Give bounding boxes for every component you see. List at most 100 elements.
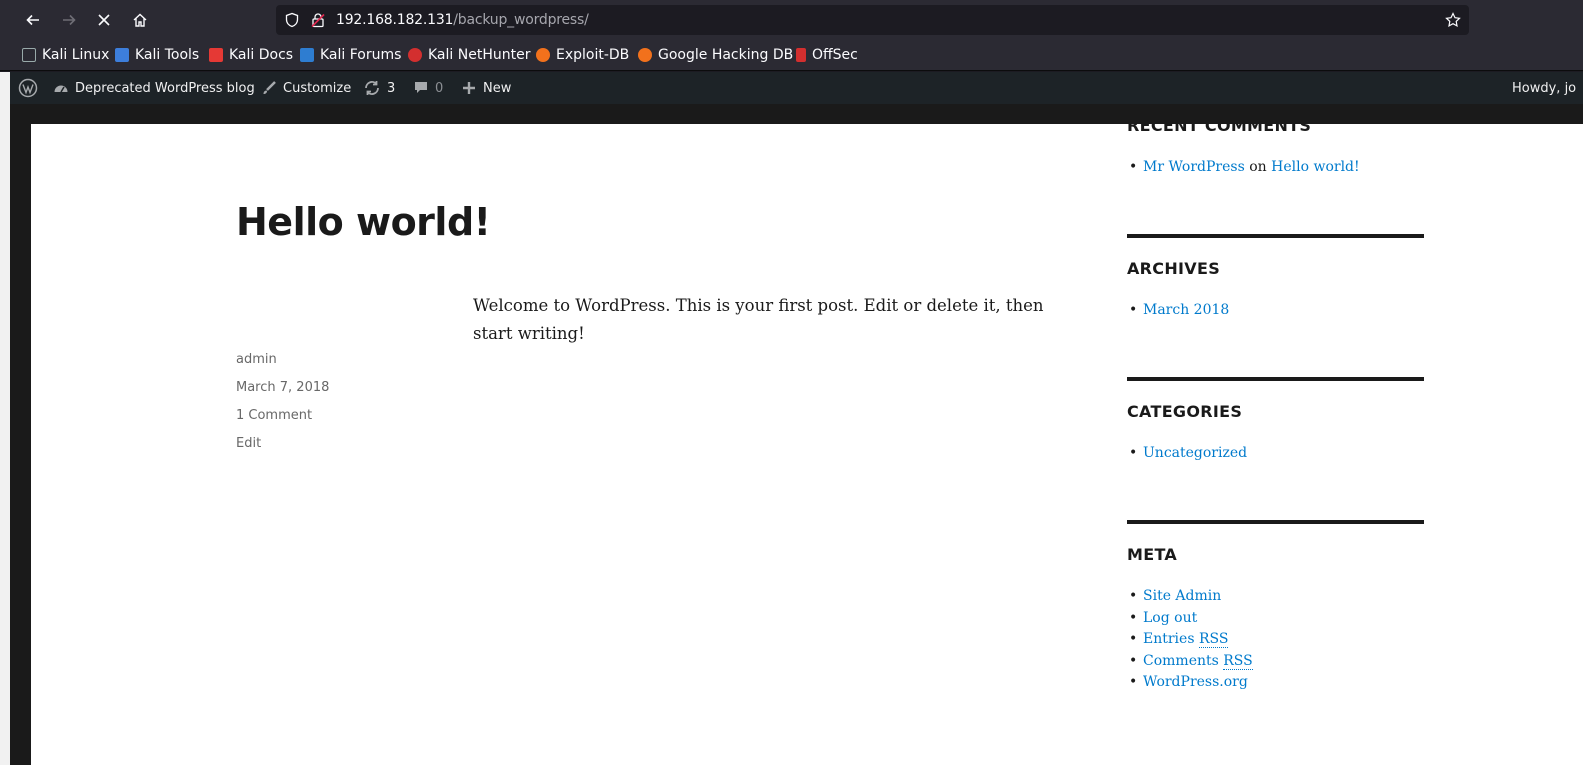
wp-admin-bar: Deprecated WordPress blog Customize 3 0 …: [10, 72, 1583, 104]
list-item: Site Admin: [1129, 586, 1253, 608]
window-edge: [0, 72, 10, 765]
bookmark-label: OffSec: [812, 47, 858, 63]
comments-rss-link[interactable]: Comments RSS: [1143, 652, 1253, 670]
home-icon: [133, 13, 147, 27]
comments-link[interactable]: 0: [413, 72, 443, 104]
site-admin-link[interactable]: Site Admin: [1143, 588, 1221, 604]
dashboard-icon: [54, 85, 68, 93]
paintbrush-icon: [263, 81, 276, 94]
forward-button[interactable]: [57, 8, 81, 32]
bookmark-label: Kali Forums: [320, 47, 402, 63]
kali-tools-icon: [115, 48, 129, 62]
list-item: WordPress.org: [1129, 672, 1253, 694]
wp-logo-menu[interactable]: [18, 72, 44, 104]
comment-bubble-icon: [415, 82, 427, 93]
list-item: Mr WordPress on Hello world!: [1129, 157, 1360, 179]
updates-count: 3: [387, 80, 396, 96]
widget-divider: [1127, 234, 1424, 238]
frame-top-overlap: [1110, 104, 1450, 124]
url-text[interactable]: 192.168.182.131/backup_wordpress/: [336, 12, 589, 28]
kali-forums-icon: [300, 48, 314, 62]
bookmark-label: Kali Linux: [42, 47, 110, 63]
bookmark-label: Kali Docs: [229, 47, 294, 63]
archives-title: ARCHIVES: [1127, 259, 1221, 278]
meta-title: META: [1127, 545, 1178, 564]
updates-refresh-icon: [365, 81, 379, 95]
kali-docs-icon: [209, 48, 223, 62]
bookmark-kali-nethunter[interactable]: Kali NetHunter: [408, 46, 530, 64]
wordpress-logo-icon: [18, 78, 38, 98]
bookmark-kali-forums[interactable]: Kali Forums: [300, 46, 401, 64]
post-title[interactable]: Hello world!: [236, 200, 491, 244]
recent-comments-list: Mr WordPress on Hello world!: [1129, 157, 1360, 179]
ghdb-icon: [638, 48, 652, 62]
customize-label: Customize: [283, 80, 352, 96]
new-label: New: [483, 80, 512, 96]
exploitdb-icon: [536, 48, 550, 62]
site-name-menu[interactable]: Deprecated WordPress blog: [53, 72, 255, 104]
comment-on-text: on: [1249, 159, 1267, 175]
offsec-icon: [796, 48, 806, 62]
list-item: Comments RSS: [1129, 651, 1253, 673]
howdy-text: Howdy, jo: [1512, 80, 1577, 96]
new-content-menu[interactable]: New: [461, 72, 511, 104]
comment-author-link[interactable]: Mr WordPress: [1143, 159, 1245, 175]
post-date[interactable]: March 7, 2018: [236, 380, 329, 395]
post-content: Welcome to WordPress. This is your first…: [473, 296, 1044, 343]
categories-title: CATEGORIES: [1127, 402, 1243, 421]
list-item: Entries RSS: [1129, 629, 1253, 651]
home-button[interactable]: [128, 8, 152, 32]
archive-link[interactable]: March 2018: [1143, 302, 1229, 318]
kali-dragon-icon: [22, 48, 36, 62]
bookmarks-bar: Kali Linux Kali Tools Kali Docs Kali For…: [0, 40, 1583, 71]
insecure-lock-icon[interactable]: [310, 12, 326, 28]
stop-button[interactable]: [92, 8, 116, 32]
bookmark-label: Kali NetHunter: [428, 47, 531, 63]
categories-list: Uncategorized: [1129, 443, 1247, 465]
log-out-link[interactable]: Log out: [1143, 610, 1197, 626]
comments-label: Comments: [1143, 652, 1219, 669]
shield-icon[interactable]: [284, 12, 300, 28]
bookmark-ghdb[interactable]: Google Hacking DB: [638, 46, 793, 64]
bookmark-kali-linux[interactable]: Kali Linux: [22, 46, 109, 64]
bookmark-kali-tools[interactable]: Kali Tools: [115, 46, 199, 64]
url-path: /backup_wordpress/: [453, 12, 589, 28]
wordpress-org-link[interactable]: WordPress.org: [1143, 674, 1248, 690]
widget-divider: [1127, 520, 1424, 524]
bookmark-star-icon[interactable]: [1445, 12, 1461, 28]
url-bar[interactable]: 192.168.182.131/backup_wordpress/: [276, 5, 1469, 35]
rss-abbr: RSS: [1198, 631, 1229, 648]
list-item: Uncategorized: [1129, 443, 1247, 465]
category-link[interactable]: Uncategorized: [1143, 445, 1247, 461]
back-arrow-icon: [26, 14, 39, 26]
bookmark-label: Kali Tools: [135, 47, 200, 63]
back-button[interactable]: [21, 8, 45, 32]
site-name: Deprecated WordPress blog: [75, 80, 255, 96]
rss-abbr: RSS: [1223, 652, 1253, 670]
post-comments-link[interactable]: 1 Comment: [236, 408, 312, 423]
post-edit-link[interactable]: Edit: [236, 436, 261, 451]
bookmark-label: Google Hacking DB: [658, 47, 794, 63]
post-author[interactable]: admin: [236, 352, 277, 367]
browser-toolbar: 192.168.182.131/backup_wordpress/: [0, 0, 1583, 40]
customize-link[interactable]: Customize: [261, 72, 351, 104]
forward-arrow-icon: [63, 14, 76, 26]
bookmark-label: Exploit-DB: [556, 47, 630, 63]
plus-icon: [463, 82, 475, 94]
widget-divider: [1127, 377, 1424, 381]
bookmark-offsec[interactable]: OffSec: [796, 46, 858, 64]
list-item: Log out: [1129, 608, 1253, 630]
list-item: March 2018: [1129, 300, 1229, 322]
updates-link[interactable]: 3: [363, 72, 395, 104]
nethunter-icon: [408, 48, 422, 62]
bookmark-kali-docs[interactable]: Kali Docs: [209, 46, 293, 64]
comment-post-link[interactable]: Hello world!: [1271, 159, 1360, 175]
my-account-menu[interactable]: Howdy, jo: [1512, 72, 1576, 104]
archives-list: March 2018: [1129, 300, 1229, 322]
url-host: 192.168.182.131: [336, 12, 454, 28]
meta-list: Site Admin Log out Entries RSS Comments …: [1129, 586, 1253, 694]
entries-rss-link[interactable]: Entries RSS: [1143, 631, 1229, 648]
close-x-icon: [98, 14, 110, 26]
comments-count: 0: [435, 80, 444, 96]
bookmark-exploit-db[interactable]: Exploit-DB: [536, 46, 629, 64]
